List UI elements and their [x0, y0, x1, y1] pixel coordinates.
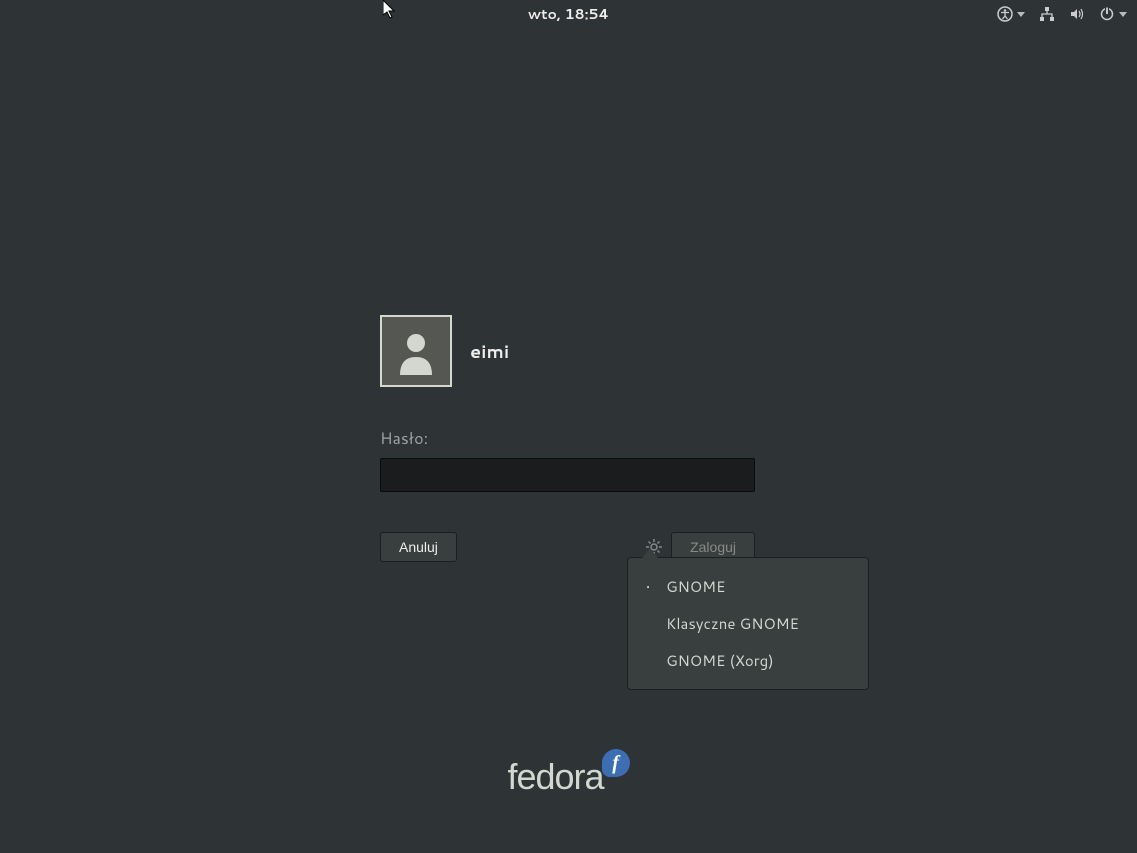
session-item-label: Klasyczne GNOME — [666, 613, 799, 634]
session-item-label: GNOME — [666, 576, 725, 597]
cancel-button[interactable]: Anuluj — [380, 532, 457, 562]
username-label: eimi — [470, 338, 509, 364]
chevron-down-icon — [1119, 12, 1127, 17]
power-icon — [1099, 6, 1115, 22]
accessibility-icon — [997, 6, 1013, 22]
system-tray — [997, 6, 1127, 22]
network-icon[interactable] — [1039, 6, 1055, 22]
fedora-bubble-icon: f — [602, 749, 630, 777]
power-menu[interactable] — [1099, 6, 1127, 22]
session-menu: GNOME Klasyczne GNOME GNOME (Xorg) — [627, 557, 869, 690]
session-item-label: GNOME (Xorg) — [666, 650, 774, 671]
chevron-down-icon — [1017, 12, 1025, 17]
clock[interactable]: wto, 18:54 — [528, 4, 609, 24]
accessibility-menu[interactable] — [997, 6, 1025, 22]
distro-logo-text: fedora — [507, 756, 603, 798]
session-item-gnome-classic[interactable]: Klasyczne GNOME — [628, 605, 868, 642]
login-panel: eimi Hasło: Anuluj — [380, 315, 755, 562]
selected-bullet-icon — [644, 577, 652, 597]
avatar — [380, 315, 452, 387]
password-label: Hasło: — [380, 427, 755, 450]
volume-icon[interactable] — [1069, 6, 1085, 22]
top-bar: wto, 18:54 — [0, 0, 1137, 28]
user-row: eimi — [380, 315, 755, 387]
password-input[interactable] — [380, 458, 755, 492]
distro-logo: fedora f — [507, 756, 629, 798]
session-item-gnome[interactable]: GNOME — [628, 568, 868, 605]
session-item-gnome-xorg[interactable]: GNOME (Xorg) — [628, 642, 868, 679]
